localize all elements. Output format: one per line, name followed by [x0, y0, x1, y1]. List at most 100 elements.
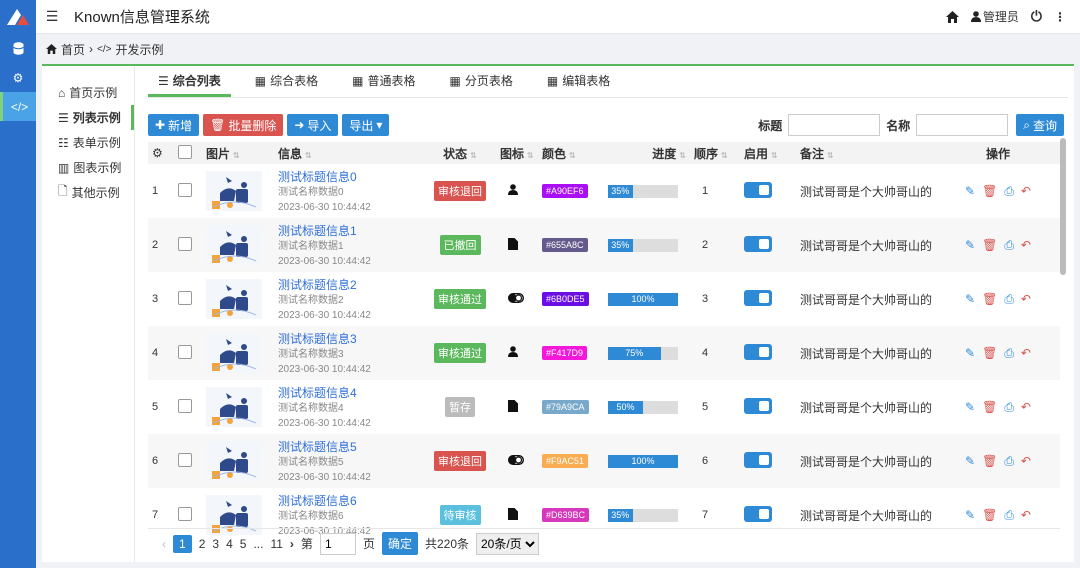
row-checkbox[interactable] — [178, 182, 192, 197]
edit-icon[interactable]: ✎ — [965, 238, 975, 253]
page-number[interactable]: 3 — [212, 537, 219, 551]
page-number[interactable]: 1 — [173, 534, 192, 553]
row-checkbox[interactable] — [178, 452, 192, 467]
row-thumbnail[interactable] — [206, 171, 270, 211]
row-thumbnail[interactable] — [206, 387, 270, 427]
status-header[interactable]: 状态 ⇅ — [424, 142, 496, 164]
icon-header[interactable]: 图标 ⇅ — [496, 142, 538, 164]
page-size-select[interactable]: 20条/页 — [476, 532, 539, 555]
print-icon[interactable]: ⎙ — [1004, 346, 1014, 361]
progress-header[interactable]: 进度 ⇅ — [604, 142, 690, 164]
print-icon[interactable]: ⎙ — [1004, 400, 1014, 415]
print-icon[interactable]: ⎙ — [1004, 508, 1014, 523]
row-title-link[interactable]: 测试标题信息6 — [278, 492, 420, 509]
row-checkbox[interactable] — [178, 398, 192, 413]
enabled-toggle[interactable] — [744, 397, 772, 414]
name-input[interactable] — [916, 114, 1009, 136]
row-title-link[interactable]: 测试标题信息4 — [278, 384, 420, 401]
pic-header[interactable]: 图片 ⇅ — [202, 142, 274, 164]
undo-icon[interactable]: ↶ — [1021, 400, 1031, 415]
export-button[interactable]: 导出 ▾ — [342, 114, 390, 136]
order-header[interactable]: 顺序 ⇅ — [690, 142, 740, 164]
batch-delete-button[interactable]: 🗑 批量删除 — [203, 114, 284, 136]
page-number[interactable]: 5 — [240, 537, 247, 551]
undo-icon[interactable]: ↶ — [1021, 346, 1031, 361]
undo-icon[interactable]: ↶ — [1021, 454, 1031, 469]
page-number[interactable]: 2 — [199, 537, 206, 551]
print-icon[interactable]: ⎙ — [1004, 238, 1014, 253]
color-header[interactable]: 颜色 ⇅ — [538, 142, 604, 164]
enabled-toggle[interactable] — [744, 343, 772, 360]
row-thumbnail[interactable] — [206, 225, 270, 265]
edit-icon[interactable]: ✎ — [965, 454, 975, 469]
enabled-toggle[interactable] — [744, 235, 772, 252]
page-number[interactable]: 11 — [270, 537, 282, 551]
edit-icon[interactable]: ✎ — [965, 400, 975, 415]
row-title-link[interactable]: 测试标题信息5 — [278, 438, 420, 455]
enabled-header[interactable]: 启用 ⇅ — [740, 142, 796, 164]
tab-edit-table[interactable]: ▦ 编辑表格 — [537, 72, 620, 97]
prev-page-icon[interactable]: ‹ — [162, 537, 166, 551]
scrollbar[interactable] — [1060, 138, 1066, 275]
leftnav-item-form[interactable]: ☷ 表单示例 — [42, 130, 134, 155]
goto-confirm-button[interactable]: 确定 — [381, 532, 418, 555]
settings-header[interactable]: ⚙ — [148, 142, 174, 164]
enabled-toggle[interactable] — [744, 289, 772, 306]
home-icon[interactable] — [945, 10, 959, 23]
row-title-link[interactable]: 测试标题信息3 — [278, 330, 420, 347]
query-button[interactable]: ⌕ 查询 — [1016, 114, 1064, 136]
row-thumbnail[interactable] — [206, 333, 270, 373]
user-menu[interactable]: 管理员 — [970, 8, 1019, 25]
row-title-link[interactable]: 测试标题信息0 — [278, 168, 420, 185]
print-icon[interactable]: ⎙ — [1004, 184, 1014, 199]
more-icon[interactable]: ⋮ — [1054, 10, 1066, 24]
enabled-toggle[interactable] — [744, 505, 772, 522]
sidebar-item-database[interactable] — [0, 34, 36, 63]
row-checkbox[interactable] — [178, 344, 192, 359]
select-all-checkbox[interactable] — [178, 144, 192, 159]
delete-icon[interactable]: 🗑 — [982, 238, 997, 253]
row-title-link[interactable]: 测试标题信息1 — [278, 222, 420, 239]
note-header[interactable]: 备注 ⇅ — [796, 142, 936, 164]
power-icon[interactable]: ⏻ — [1031, 8, 1042, 25]
edit-icon[interactable]: ✎ — [965, 508, 975, 523]
row-title-link[interactable]: 测试标题信息2 — [278, 276, 420, 293]
print-icon[interactable]: ⎙ — [1004, 292, 1014, 307]
enabled-toggle[interactable] — [744, 181, 772, 198]
delete-icon[interactable]: 🗑 — [982, 400, 997, 415]
page-number[interactable]: 4 — [226, 537, 233, 551]
print-icon[interactable]: ⎙ — [1004, 454, 1014, 469]
title-input[interactable] — [788, 114, 881, 136]
delete-icon[interactable]: 🗑 — [982, 454, 997, 469]
row-thumbnail[interactable] — [206, 441, 270, 481]
undo-icon[interactable]: ↶ — [1021, 238, 1031, 253]
leftnav-item-list[interactable]: ☰ 列表示例 — [42, 105, 134, 130]
edit-icon[interactable]: ✎ — [965, 184, 975, 199]
tab-composite-table[interactable]: ▦ 综合表格 — [245, 72, 328, 97]
goto-page-input[interactable] — [319, 532, 356, 555]
undo-icon[interactable]: ↶ — [1021, 184, 1031, 199]
leftnav-item-chart[interactable]: ▥ 图表示例 — [42, 155, 134, 180]
tab-plain-table[interactable]: ▦ 普通表格 — [342, 72, 425, 97]
row-checkbox[interactable] — [178, 290, 192, 305]
edit-icon[interactable]: ✎ — [965, 346, 975, 361]
row-checkbox[interactable] — [178, 236, 192, 251]
menu-toggle-icon[interactable]: ☰ — [36, 8, 68, 25]
row-thumbnail[interactable] — [206, 279, 270, 319]
sidebar-item-dev[interactable]: </> — [0, 92, 36, 121]
leftnav-item-home[interactable]: ⌂ 首页示例 — [42, 80, 134, 105]
tab-composite-list[interactable]: ☰ 综合列表 — [148, 72, 231, 97]
undo-icon[interactable]: ↶ — [1021, 508, 1031, 523]
undo-icon[interactable]: ↶ — [1021, 292, 1031, 307]
sidebar-item-settings[interactable]: ⚙ — [0, 63, 36, 92]
import-button[interactable]: ➜ 导入 — [287, 114, 339, 136]
leftnav-item-other[interactable]: 🗋 其他示例 — [42, 180, 134, 205]
tab-paged-table[interactable]: ▦ 分页表格 — [440, 72, 523, 97]
delete-icon[interactable]: 🗑 — [982, 346, 997, 361]
next-page-icon[interactable]: › — [290, 537, 294, 551]
delete-icon[interactable]: 🗑 — [982, 292, 997, 307]
delete-icon[interactable]: 🗑 — [982, 508, 997, 523]
delete-icon[interactable]: 🗑 — [982, 184, 997, 199]
edit-icon[interactable]: ✎ — [965, 292, 975, 307]
add-button[interactable]: ✚ 新增 — [148, 114, 200, 136]
